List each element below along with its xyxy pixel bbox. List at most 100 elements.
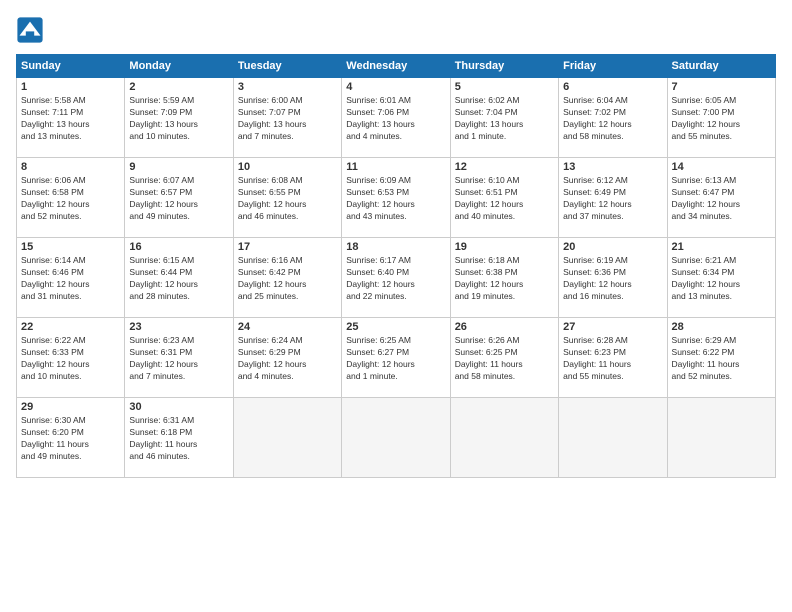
calendar-cell: 11 Sunrise: 6:09 AMSunset: 6:53 PMDaylig… — [342, 158, 450, 238]
calendar-cell: 12 Sunrise: 6:10 AMSunset: 6:51 PMDaylig… — [450, 158, 558, 238]
calendar-cell: 24 Sunrise: 6:24 AMSunset: 6:29 PMDaylig… — [233, 318, 341, 398]
calendar-cell: 28 Sunrise: 6:29 AMSunset: 6:22 PMDaylig… — [667, 318, 775, 398]
calendar-cell: 10 Sunrise: 6:08 AMSunset: 6:55 PMDaylig… — [233, 158, 341, 238]
page-container: Sunday Monday Tuesday Wednesday Thursday… — [0, 0, 792, 612]
day-info: Sunrise: 6:09 AMSunset: 6:53 PMDaylight:… — [346, 175, 445, 223]
calendar-week-row: 15 Sunrise: 6:14 AMSunset: 6:46 PMDaylig… — [17, 238, 776, 318]
day-info: Sunrise: 6:18 AMSunset: 6:38 PMDaylight:… — [455, 255, 554, 303]
calendar-cell: 26 Sunrise: 6:26 AMSunset: 6:25 PMDaylig… — [450, 318, 558, 398]
day-number: 26 — [455, 321, 554, 333]
calendar-cell: 2 Sunrise: 5:59 AMSunset: 7:09 PMDayligh… — [125, 78, 233, 158]
col-saturday: Saturday — [667, 55, 775, 78]
day-number: 11 — [346, 161, 445, 173]
day-number: 23 — [129, 321, 228, 333]
calendar-cell: 29 Sunrise: 6:30 AMSunset: 6:20 PMDaylig… — [17, 398, 125, 478]
day-info: Sunrise: 6:26 AMSunset: 6:25 PMDaylight:… — [455, 335, 554, 383]
day-number: 3 — [238, 81, 337, 93]
day-info: Sunrise: 6:23 AMSunset: 6:31 PMDaylight:… — [129, 335, 228, 383]
day-number: 20 — [563, 241, 662, 253]
day-info: Sunrise: 6:15 AMSunset: 6:44 PMDaylight:… — [129, 255, 228, 303]
calendar-cell: 3 Sunrise: 6:00 AMSunset: 7:07 PMDayligh… — [233, 78, 341, 158]
calendar-cell: 20 Sunrise: 6:19 AMSunset: 6:36 PMDaylig… — [559, 238, 667, 318]
day-number: 9 — [129, 161, 228, 173]
day-info: Sunrise: 6:14 AMSunset: 6:46 PMDaylight:… — [21, 255, 120, 303]
day-number: 5 — [455, 81, 554, 93]
day-number: 7 — [672, 81, 771, 93]
calendar-week-row: 1 Sunrise: 5:58 AMSunset: 7:11 PMDayligh… — [17, 78, 776, 158]
col-thursday: Thursday — [450, 55, 558, 78]
day-info: Sunrise: 6:17 AMSunset: 6:40 PMDaylight:… — [346, 255, 445, 303]
calendar-cell: 22 Sunrise: 6:22 AMSunset: 6:33 PMDaylig… — [17, 318, 125, 398]
calendar-week-row: 29 Sunrise: 6:30 AMSunset: 6:20 PMDaylig… — [17, 398, 776, 478]
day-number: 10 — [238, 161, 337, 173]
calendar-cell: 17 Sunrise: 6:16 AMSunset: 6:42 PMDaylig… — [233, 238, 341, 318]
logo-icon — [16, 16, 44, 44]
calendar-cell — [450, 398, 558, 478]
day-number: 28 — [672, 321, 771, 333]
col-sunday: Sunday — [17, 55, 125, 78]
calendar-cell: 27 Sunrise: 6:28 AMSunset: 6:23 PMDaylig… — [559, 318, 667, 398]
calendar-cell — [233, 398, 341, 478]
day-info: Sunrise: 6:24 AMSunset: 6:29 PMDaylight:… — [238, 335, 337, 383]
day-info: Sunrise: 6:07 AMSunset: 6:57 PMDaylight:… — [129, 175, 228, 223]
day-number: 17 — [238, 241, 337, 253]
calendar-cell: 7 Sunrise: 6:05 AMSunset: 7:00 PMDayligh… — [667, 78, 775, 158]
day-number: 29 — [21, 401, 120, 413]
day-number: 13 — [563, 161, 662, 173]
day-info: Sunrise: 6:13 AMSunset: 6:47 PMDaylight:… — [672, 175, 771, 223]
calendar-table: Sunday Monday Tuesday Wednesday Thursday… — [16, 54, 776, 478]
day-number: 15 — [21, 241, 120, 253]
day-number: 14 — [672, 161, 771, 173]
day-info: Sunrise: 6:30 AMSunset: 6:20 PMDaylight:… — [21, 415, 120, 463]
day-info: Sunrise: 6:31 AMSunset: 6:18 PMDaylight:… — [129, 415, 228, 463]
day-number: 25 — [346, 321, 445, 333]
calendar-cell: 13 Sunrise: 6:12 AMSunset: 6:49 PMDaylig… — [559, 158, 667, 238]
day-info: Sunrise: 6:19 AMSunset: 6:36 PMDaylight:… — [563, 255, 662, 303]
calendar-header-row: Sunday Monday Tuesday Wednesday Thursday… — [17, 55, 776, 78]
day-info: Sunrise: 6:21 AMSunset: 6:34 PMDaylight:… — [672, 255, 771, 303]
day-info: Sunrise: 6:08 AMSunset: 6:55 PMDaylight:… — [238, 175, 337, 223]
calendar-cell: 18 Sunrise: 6:17 AMSunset: 6:40 PMDaylig… — [342, 238, 450, 318]
col-wednesday: Wednesday — [342, 55, 450, 78]
day-number: 8 — [21, 161, 120, 173]
day-number: 22 — [21, 321, 120, 333]
day-number: 16 — [129, 241, 228, 253]
day-number: 19 — [455, 241, 554, 253]
day-info: Sunrise: 6:04 AMSunset: 7:02 PMDaylight:… — [563, 95, 662, 143]
day-number: 30 — [129, 401, 228, 413]
day-info: Sunrise: 5:59 AMSunset: 7:09 PMDaylight:… — [129, 95, 228, 143]
calendar-cell: 21 Sunrise: 6:21 AMSunset: 6:34 PMDaylig… — [667, 238, 775, 318]
day-number: 27 — [563, 321, 662, 333]
day-number: 1 — [21, 81, 120, 93]
calendar-week-row: 22 Sunrise: 6:22 AMSunset: 6:33 PMDaylig… — [17, 318, 776, 398]
col-friday: Friday — [559, 55, 667, 78]
calendar-cell: 5 Sunrise: 6:02 AMSunset: 7:04 PMDayligh… — [450, 78, 558, 158]
calendar-cell: 8 Sunrise: 6:06 AMSunset: 6:58 PMDayligh… — [17, 158, 125, 238]
day-number: 2 — [129, 81, 228, 93]
calendar-cell: 1 Sunrise: 5:58 AMSunset: 7:11 PMDayligh… — [17, 78, 125, 158]
day-info: Sunrise: 5:58 AMSunset: 7:11 PMDaylight:… — [21, 95, 120, 143]
calendar-cell: 15 Sunrise: 6:14 AMSunset: 6:46 PMDaylig… — [17, 238, 125, 318]
calendar-cell: 14 Sunrise: 6:13 AMSunset: 6:47 PMDaylig… — [667, 158, 775, 238]
day-number: 21 — [672, 241, 771, 253]
day-number: 18 — [346, 241, 445, 253]
calendar-cell: 25 Sunrise: 6:25 AMSunset: 6:27 PMDaylig… — [342, 318, 450, 398]
day-info: Sunrise: 6:25 AMSunset: 6:27 PMDaylight:… — [346, 335, 445, 383]
calendar-cell — [667, 398, 775, 478]
calendar-cell: 30 Sunrise: 6:31 AMSunset: 6:18 PMDaylig… — [125, 398, 233, 478]
col-monday: Monday — [125, 55, 233, 78]
calendar-week-row: 8 Sunrise: 6:06 AMSunset: 6:58 PMDayligh… — [17, 158, 776, 238]
calendar-cell — [342, 398, 450, 478]
day-info: Sunrise: 6:05 AMSunset: 7:00 PMDaylight:… — [672, 95, 771, 143]
calendar-cell: 16 Sunrise: 6:15 AMSunset: 6:44 PMDaylig… — [125, 238, 233, 318]
day-info: Sunrise: 6:22 AMSunset: 6:33 PMDaylight:… — [21, 335, 120, 383]
calendar-cell: 4 Sunrise: 6:01 AMSunset: 7:06 PMDayligh… — [342, 78, 450, 158]
calendar-cell — [559, 398, 667, 478]
day-number: 6 — [563, 81, 662, 93]
day-info: Sunrise: 6:02 AMSunset: 7:04 PMDaylight:… — [455, 95, 554, 143]
calendar-cell: 23 Sunrise: 6:23 AMSunset: 6:31 PMDaylig… — [125, 318, 233, 398]
col-tuesday: Tuesday — [233, 55, 341, 78]
day-info: Sunrise: 6:06 AMSunset: 6:58 PMDaylight:… — [21, 175, 120, 223]
logo — [16, 16, 48, 44]
calendar-cell: 9 Sunrise: 6:07 AMSunset: 6:57 PMDayligh… — [125, 158, 233, 238]
